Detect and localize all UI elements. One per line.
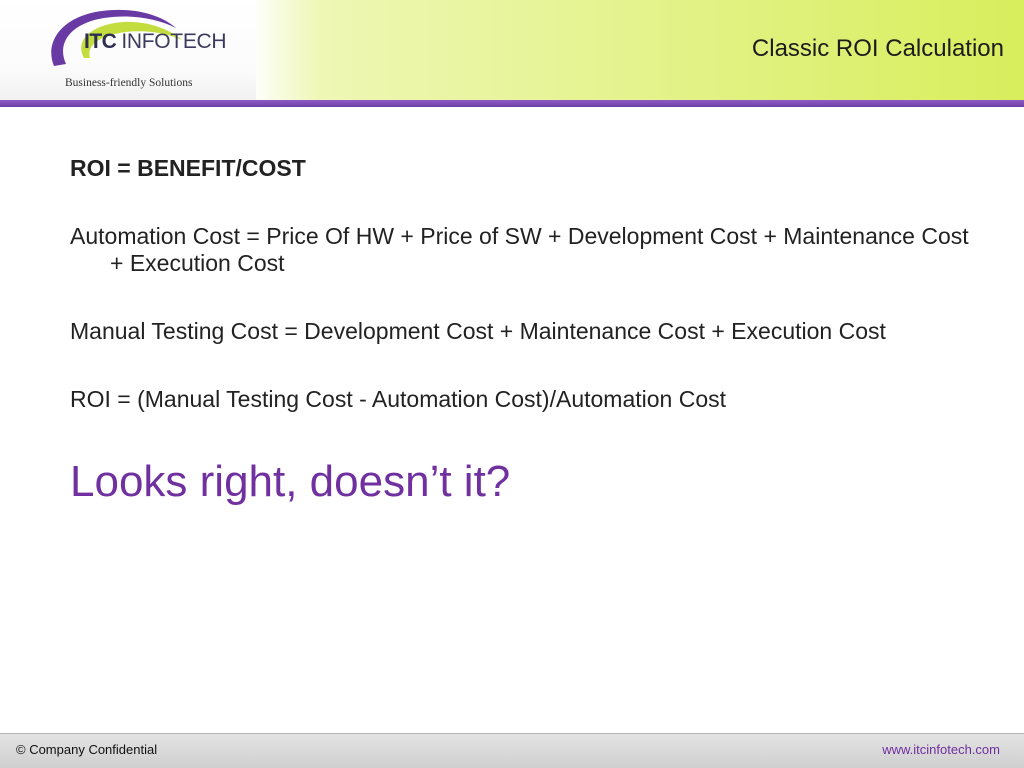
callout-question: Looks right, doesn’t it? <box>70 457 511 506</box>
website-link[interactable]: www.itcinfotech.com <box>882 742 1000 757</box>
slide-footer: © Company Confidential www.itcinfotech.c… <box>0 733 1024 768</box>
confidentiality-notice: © Company Confidential <box>16 742 158 757</box>
logo-wordmark: ITC INFOTECH <box>84 30 227 54</box>
automation-cost-formula: Automation Cost = Price Of HW + Price of… <box>70 223 969 276</box>
roi-formula: ROI = (Manual Testing Cost - Automation … <box>70 386 727 412</box>
manual-testing-cost-formula: Manual Testing Cost = Development Cost +… <box>70 318 886 344</box>
slide-title: Classic ROI Calculation <box>751 35 1004 62</box>
roi-definition: ROI = BENEFIT/COST <box>70 155 306 181</box>
header-divider <box>0 100 1024 107</box>
logo-brand-bold: ITC <box>84 30 117 53</box>
company-logo: ITC INFOTECH Business-friendly Solutions <box>0 0 256 100</box>
logo-tagline: Business-friendly Solutions <box>65 77 193 89</box>
slide-body: ROI = BENEFIT/COST Automation Cost = Pri… <box>70 155 970 508</box>
slide-header: ITC INFOTECH Business-friendly Solutions… <box>0 0 1024 100</box>
logo-brand-rest: INFOTECH <box>121 30 227 53</box>
